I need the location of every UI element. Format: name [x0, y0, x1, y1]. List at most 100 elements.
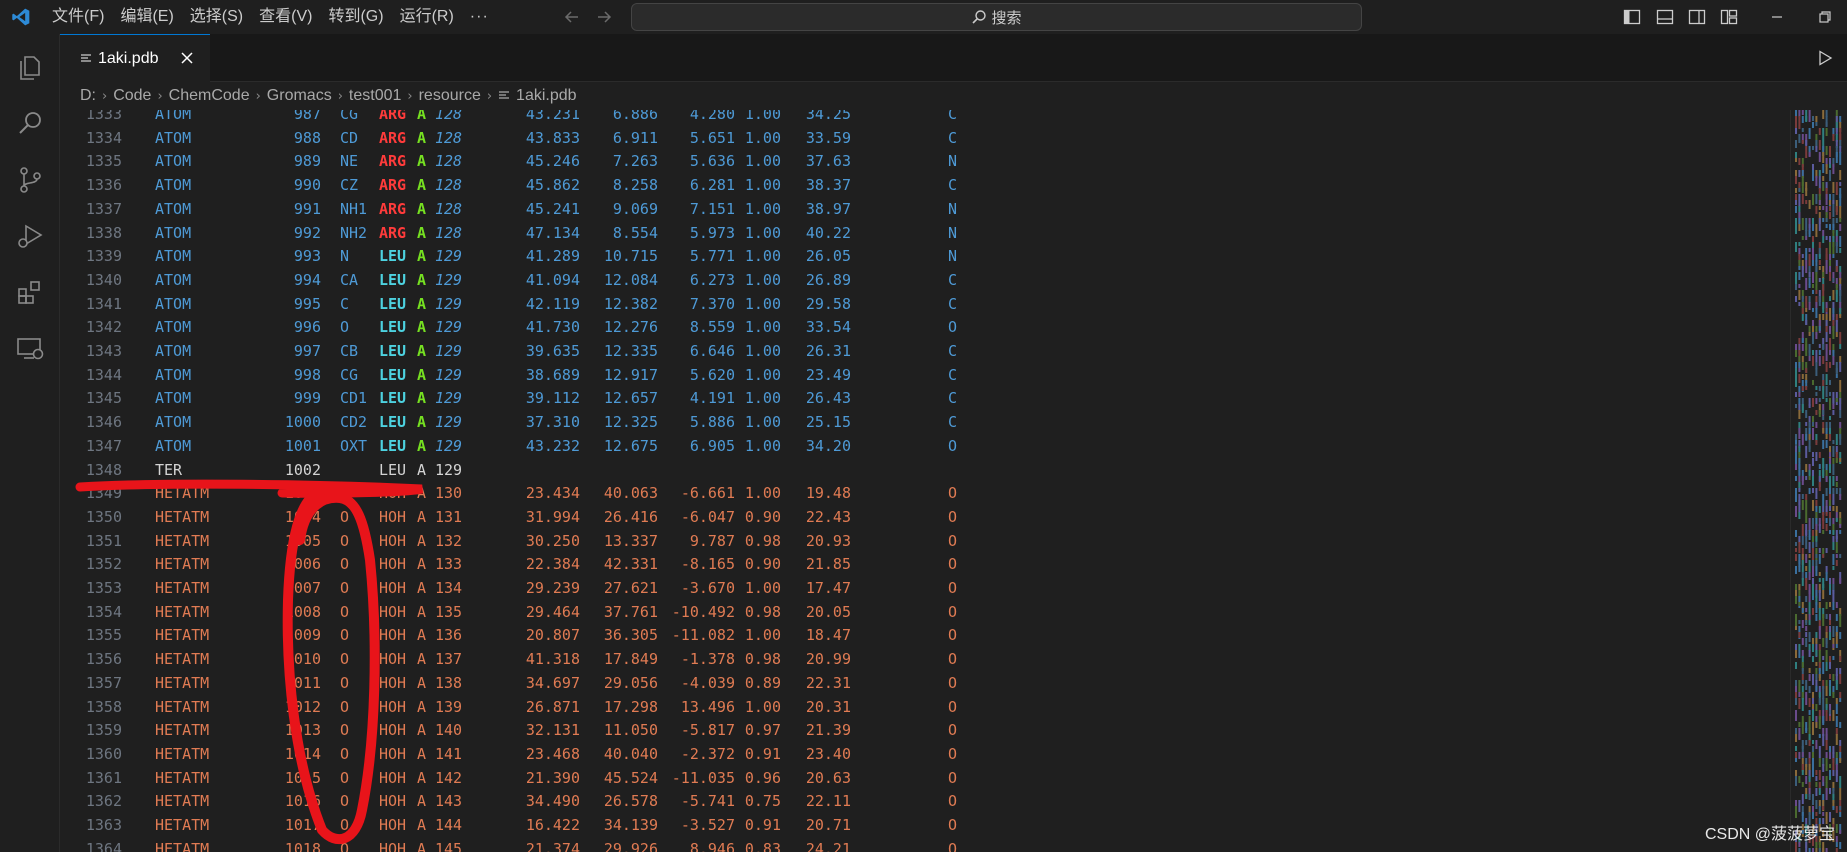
minimap-mark	[1805, 794, 1808, 799]
breadcrumb-gromacs[interactable]: Gromacs	[267, 87, 332, 105]
field-res: LEU	[379, 436, 407, 455]
breadcrumb-drive[interactable]: D:	[80, 87, 96, 105]
search-view-icon[interactable]	[14, 108, 46, 140]
minimap-mark	[1825, 308, 1828, 312]
minimap-mark	[1818, 278, 1821, 282]
code-line[interactable]: 1333 ATOM 987 CG ARG A 128 43.231 6.886 4.280 1.00…	[60, 110, 1790, 127]
tab-1aki-pdb[interactable]: 1aki.pdb	[60, 34, 210, 82]
code-line[interactable]: 1346 ATOM 1000 CD2 LEU A 129 37.310 12.325 5.886 1…	[60, 411, 1790, 435]
code-line[interactable]: 1348 TER 1002 LEU A 129	[60, 459, 1790, 483]
toggle-primary-sidebar-icon[interactable]	[1623, 8, 1641, 26]
code-line[interactable]: 1359 HETATM 1013 O HOH A 140 32.131 11.050 -5.817…	[60, 719, 1790, 743]
code-line[interactable]: 1351 HETATM 1005 O HOH A 132 30.250 13.337 9.787 0…	[60, 530, 1790, 554]
code-line[interactable]: 1339 ATOM 993 N LEU A 129 41.289 10.715 5.771 1.00…	[60, 245, 1790, 269]
breadcrumb-resource[interactable]: resource	[419, 87, 481, 105]
minimap-mark	[1835, 716, 1838, 727]
code-line[interactable]: 1340 ATOM 994 CA LEU A 129 41.094 12.084 6.273 1.0…	[60, 269, 1790, 293]
field-res: ARG	[379, 176, 407, 195]
minimap-mark	[1818, 326, 1821, 331]
code-line[interactable]: 1363 HETATM 1017 O HOH A 144 16.422 34.139 -3.527…	[60, 814, 1790, 838]
code-line[interactable]: 1344 ATOM 998 CG LEU A 129 38.689 12.917 5.620 1.0…	[60, 364, 1790, 388]
code-line[interactable]: 1357 HETATM 1011 O HOH A 138 34.697 29.056 -4.039…	[60, 672, 1790, 696]
code-line[interactable]: 1342 ATOM 996 O LEU A 129 41.730 12.276 8.559 1.00…	[60, 316, 1790, 340]
code-line[interactable]: 1364 HETATM 1018 O HOH A 145 21.374 29.926 8.946 0…	[60, 838, 1790, 852]
minimap-mark	[1795, 812, 1797, 818]
code-line[interactable]: 1338 ATOM 992 NH2 ARG A 128 47.134 8.554 5.973 1.0…	[60, 222, 1790, 246]
field-seq: 132	[435, 531, 463, 550]
breadcrumb-file[interactable]: 1aki.pdb	[516, 87, 577, 105]
menu-file[interactable]: 文件(F)	[44, 0, 112, 34]
minimap-mark	[1825, 488, 1828, 496]
toggle-secondary-sidebar-icon[interactable]	[1688, 8, 1706, 26]
restore-icon[interactable]	[1814, 6, 1836, 28]
menu-more[interactable]: ···	[462, 0, 497, 34]
code-line[interactable]: 1361 HETATM 1015 O HOH A 142 21.390 45.524 -11.03…	[60, 767, 1790, 791]
code-line[interactable]: 1362 HETATM 1016 O HOH A 143 34.490 26.578 -5.741…	[60, 790, 1790, 814]
run-file-icon[interactable]	[1817, 50, 1833, 66]
code-line[interactable]: 1354 HETATM 1008 O HOH A 135 29.464 37.761 -10.49…	[60, 601, 1790, 625]
code-editor[interactable]: 1333 ATOM 987 CG ARG A 128 43.231 6.886 4.280 1.00…	[60, 110, 1790, 852]
code-line[interactable]: 1341 ATOM 995 C LEU A 129 42.119 12.382 7.370 1.00…	[60, 293, 1790, 317]
code-line[interactable]: 1352 HETATM 1006 O HOH A 133 22.384 42.331 -8.165…	[60, 553, 1790, 577]
code-line[interactable]: 1343 ATOM 997 CB LEU A 129 39.635 12.335 6.646 1.0…	[60, 340, 1790, 364]
code-line[interactable]: 1335 ATOM 989 NE ARG A 128 45.246 7.263 5.636 1.00…	[60, 150, 1790, 174]
remote-explorer-icon[interactable]	[14, 332, 46, 364]
code-line[interactable]: 1353 HETATM 1007 O HOH A 134 29.239 27.621 -3.670…	[60, 577, 1790, 601]
code-line[interactable]: 1355 HETATM 1009 O HOH A 136 20.807 36.305 -11.08…	[60, 624, 1790, 648]
menu-selection[interactable]: 选择(S)	[182, 0, 251, 34]
forward-arrow-icon[interactable]	[594, 7, 614, 27]
minimap-mark	[1839, 206, 1842, 219]
minimize-icon[interactable]	[1766, 6, 1788, 28]
minimap-mark	[1801, 578, 1804, 586]
menu-run[interactable]: 运行(R)	[392, 0, 462, 34]
code-line[interactable]: 1356 HETATM 1010 O HOH A 137 41.318 17.849 -1.378…	[60, 648, 1790, 672]
minimap-mark	[1801, 638, 1804, 645]
minimap[interactable]	[1790, 110, 1847, 852]
breadcrumb-code[interactable]: Code	[113, 87, 151, 105]
code-line[interactable]: 1349 HETATM 1003 O HOH A 130 23.434 40.063 -6.661…	[60, 482, 1790, 506]
minimap-mark	[1808, 686, 1811, 693]
field-x: 47.134	[525, 223, 580, 242]
line-number: 1360	[85, 744, 122, 763]
minimap-mark	[1818, 770, 1821, 780]
code-line[interactable]: 1337 ATOM 991 NH1 ARG A 128 45.241 9.069 7.151 1.0…	[60, 198, 1790, 222]
code-line[interactable]: 1345 ATOM 999 CD1 LEU A 129 39.112 12.657 4.191 1.…	[60, 387, 1790, 411]
field-rec: HETATM	[155, 484, 210, 503]
code-line[interactable]: 1347 ATOM 1001 OXT LEU A 129 43.232 12.675 6.905 1…	[60, 435, 1790, 459]
minimap-mark	[1822, 716, 1825, 725]
source-control-icon[interactable]	[14, 164, 46, 196]
code-line[interactable]: 1350 HETATM 1004 O HOH A 131 31.994 26.416 -6.047…	[60, 506, 1790, 530]
menu-edit[interactable]: 编辑(E)	[112, 0, 181, 34]
minimap-mark	[1812, 422, 1814, 426]
close-icon[interactable]	[180, 51, 194, 65]
breadcrumb-test001[interactable]: test001	[349, 87, 401, 105]
code-line[interactable]: 1336 ATOM 990 CZ ARG A 128 45.862 8.258 6.281 1.00…	[60, 174, 1790, 198]
explorer-icon[interactable]	[14, 52, 46, 84]
minimap-mark	[1825, 326, 1828, 332]
command-center-search[interactable]: 搜索	[631, 3, 1362, 31]
customize-layout-icon[interactable]	[1720, 8, 1738, 26]
code-line[interactable]: 1360 HETATM 1014 O HOH A 141 23.468 40.040 -2.372…	[60, 743, 1790, 767]
code-line[interactable]: 1358 HETATM 1012 O HOH A 139 26.871 17.298 13.496…	[60, 696, 1790, 720]
field-atom: CG	[340, 365, 359, 384]
field-serial: 1015	[284, 768, 321, 787]
minimap-mark	[1808, 734, 1811, 741]
minimap-mark	[1839, 812, 1842, 817]
breadcrumb-chemcode[interactable]: ChemCode	[169, 87, 250, 105]
field-atom: NH2	[340, 223, 368, 242]
run-and-debug-icon[interactable]	[14, 220, 46, 252]
toggle-panel-icon[interactable]	[1656, 8, 1674, 26]
minimap-mark	[1805, 200, 1808, 204]
field-z: -6.047	[680, 507, 735, 526]
minimap-mark	[1805, 728, 1808, 733]
menu-view[interactable]: 查看(V)	[251, 0, 320, 34]
minimap-mark	[1812, 710, 1814, 721]
field-res: HOH	[379, 484, 407, 503]
minimap-mark	[1818, 806, 1821, 814]
field-chain: A	[417, 365, 427, 384]
menu-go[interactable]: 转到(G)	[320, 0, 391, 34]
code-line[interactable]: 1334 ATOM 988 CD ARG A 128 43.833 6.911 5.651 1.00…	[60, 127, 1790, 151]
extensions-icon[interactable]	[14, 276, 46, 308]
back-arrow-icon[interactable]	[562, 7, 582, 27]
field-res: ARG	[379, 110, 407, 123]
